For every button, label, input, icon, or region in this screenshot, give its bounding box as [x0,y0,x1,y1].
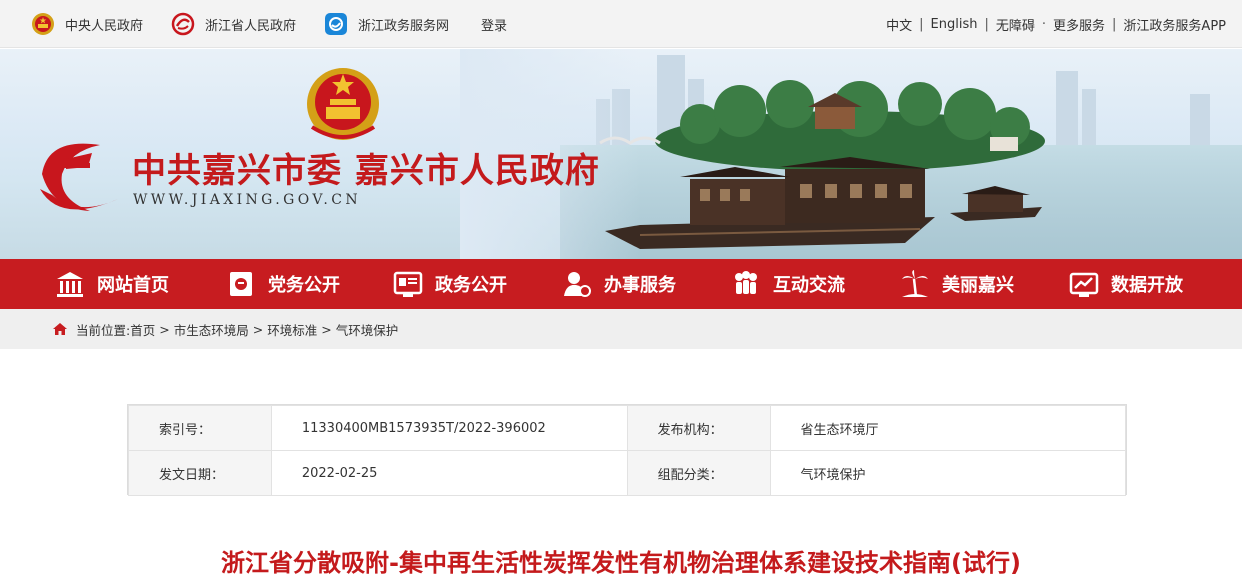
top-links: 中央人民政府 浙江省人民政府 浙江政务服务网 登录 [31,0,535,48]
zhejiang-gov-link[interactable]: 浙江省人民政府 [171,12,296,36]
app-link[interactable]: 浙江政务服务APP [1123,15,1226,34]
breadcrumb: 当前位置: 首页 > 市生态环境局 > 环境标准 > 气环境保护 [52,309,398,349]
breadcrumb-separator: > [321,321,332,337]
national-emblem-icon [32,13,54,35]
separator: | [919,16,924,32]
party-document-icon [230,272,252,296]
breadcrumb-air[interactable]: 气环境保护 [336,320,399,339]
national-emblem [307,68,379,140]
table-row: 索引号： 11330400MB1573935T/2022-396002 发布机构… [128,405,1126,451]
home-icon [53,323,67,335]
header-banner: 中共嘉兴市委 嘉兴市人民政府 WWW.JIAXING.GOV.CN [0,49,1242,259]
breadcrumb-bureau[interactable]: 市生态环境局 [174,320,249,339]
nav-item-gov[interactable]: 政务公开 [393,259,507,309]
nav-label: 数据开放 [1111,275,1183,296]
palm-tree-icon [902,270,928,298]
nav-label: 美丽嘉兴 [942,275,1014,296]
breadcrumb-bar: 当前位置: 首页 > 市生态环境局 > 环境标准 > 气环境保护 [0,309,1242,349]
category-label: 组配分类： [626,450,771,496]
nav-label: 网站首页 [97,275,169,296]
zhejiang-gov-label: 浙江省人民政府 [205,18,297,34]
breadcrumb-home[interactable]: 首页 [130,320,155,339]
nav-item-interact[interactable]: 互动交流 [731,259,845,309]
nav-label: 互动交流 [773,275,845,296]
home-building-icon [57,272,83,297]
separator: | [984,16,989,32]
breadcrumb-prefix: 当前位置: [76,322,131,338]
nav-item-home[interactable]: 网站首页 [55,259,169,309]
nav-item-party[interactable]: 党务公开 [226,259,340,309]
jiaxing-logo [40,143,118,211]
more-services-link[interactable]: 更多服务 [1053,15,1105,34]
breadcrumb-standards[interactable]: 环境标准 [267,320,317,339]
central-gov-link[interactable]: 中央人民政府 [31,12,143,36]
data-chart-icon [1069,272,1099,297]
nav-item-data[interactable]: 数据开放 [1069,259,1183,309]
index-number-label: 索引号： [128,405,272,451]
site-title: 中共嘉兴市委 嘉兴市人民政府 [132,151,600,191]
site-url: WWW.JIAXING.GOV.CN [133,192,361,208]
zj-service-link[interactable]: 浙江政务服务网 [324,12,449,36]
publisher-label: 发布机构： [626,405,771,451]
lang-chinese-link[interactable]: 中文 [886,15,912,34]
issue-date-value: 2022-02-25 [270,450,628,496]
nav-label: 政务公开 [435,275,507,296]
top-bar: 中央人民政府 浙江省人民政府 浙江政务服务网 登录 中文 | English | [0,0,1242,48]
nav-label: 办事服务 [604,275,676,296]
login-link[interactable]: 登录 [481,15,507,34]
main-nav: 网站首页 党务公开 政务公开 办事服务 互动交流 美丽嘉兴 数据开放 [0,259,1242,309]
separator: | [1112,16,1117,32]
breadcrumb-separator: > [159,321,170,337]
document-meta-table: 索引号： 11330400MB1573935T/2022-396002 发布机构… [127,404,1127,496]
nav-item-service[interactable]: 办事服务 [562,259,676,309]
top-right-links: 中文 | English | 无障碍 · 更多服务 | 浙江政务服务APP [886,0,1226,48]
dot-separator: · [1041,16,1047,32]
person-service-icon [564,272,591,297]
central-gov-label: 中央人民政府 [65,18,144,34]
service-net-icon [325,13,348,35]
breadcrumb-separator: > [252,321,264,337]
table-row: 发文日期： 2022-02-25 组配分类： 气环境保护 [128,450,1126,496]
login-label: 登录 [481,18,508,34]
nav-item-beautiful[interactable]: 美丽嘉兴 [900,259,1014,309]
people-group-icon [735,271,757,294]
issue-date-label: 发文日期： [128,450,272,496]
gov-screen-icon [393,271,423,297]
index-number-value: 11330400MB1573935T/2022-396002 [270,405,628,451]
article-title: 浙江省分散吸附-集中再生活性炭挥发性有机物治理体系建设技术指南(试行) [221,549,1021,577]
zj-service-label: 浙江政务服务网 [358,18,450,34]
category-value: 气环境保护 [769,450,1126,496]
zhejiang-logo-icon [171,12,195,36]
accessibility-link[interactable]: 无障碍 [996,15,1035,34]
nav-label: 党务公开 [268,275,340,296]
lang-english-link[interactable]: English [931,17,978,32]
publisher-value: 省生态环境厅 [769,405,1126,451]
